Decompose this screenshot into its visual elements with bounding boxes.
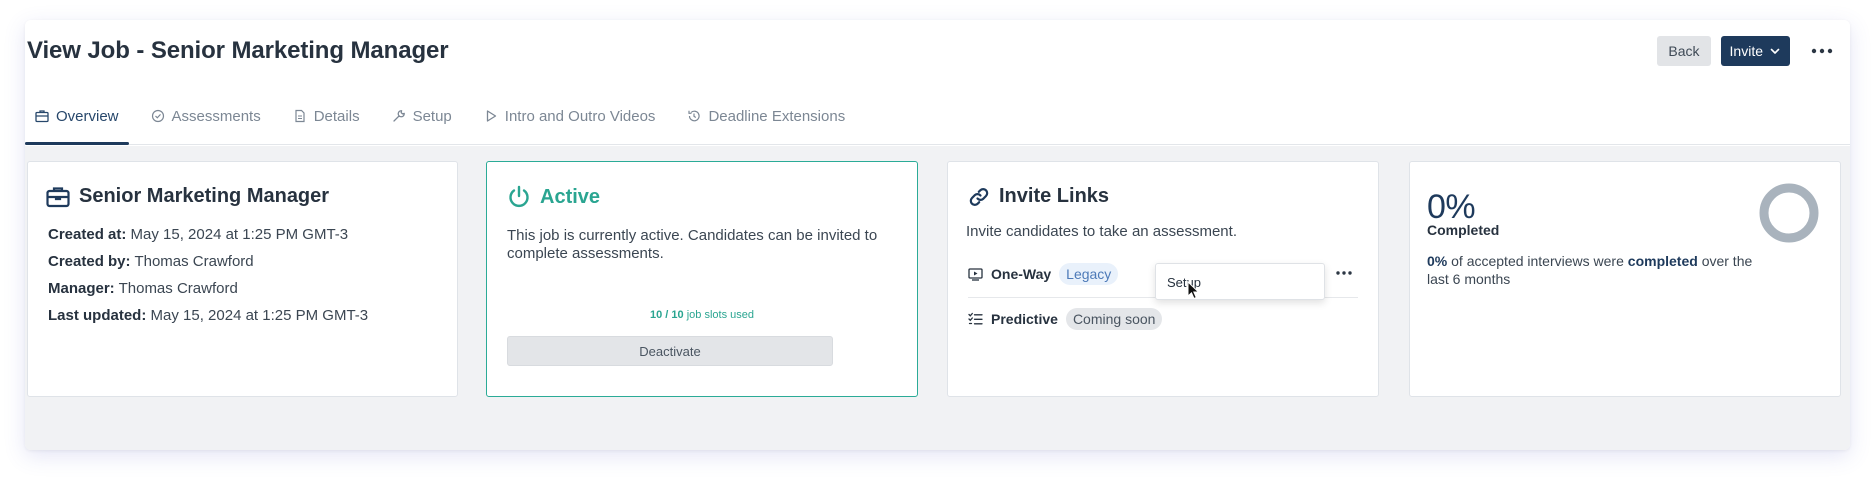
tab-assessments-label: Assessments: [171, 107, 261, 125]
checklist-icon: [968, 312, 983, 325]
completion-desc-middle: of accepted interviews were: [1451, 253, 1624, 269]
completion-desc-percent: 0%: [1427, 253, 1448, 269]
tab-intro-outro-label: Intro and Outro Videos: [504, 107, 656, 125]
header-actions: Back Invite: [1657, 36, 1838, 66]
completion-description: 0% of accepted interviews were completed…: [1427, 252, 1767, 288]
page-header: View Job - Senior Marketing Manager Back…: [25, 20, 1850, 145]
tab-bar: Overview Assessments Details Setup Intro…: [25, 100, 867, 145]
more-options-button[interactable]: [1806, 36, 1838, 66]
mouse-cursor-icon: [1187, 281, 1200, 300]
completion-donut-chart: [1759, 183, 1819, 243]
tab-deadline-extensions-label: Deadline Extensions: [708, 107, 846, 125]
document-icon: [295, 109, 305, 123]
last-updated-row: Last updated: May 15, 2024 at 1:25 PM GM…: [48, 307, 368, 324]
power-icon: [509, 185, 529, 208]
legacy-badge: Legacy: [1059, 263, 1119, 285]
job-title: Senior Marketing Manager: [79, 185, 330, 207]
job-view-window: View Job - Senior Marketing Manager Back…: [25, 20, 1850, 450]
last-updated-value: May 15, 2024 at 1:25 PM GMT-3: [150, 307, 369, 324]
wrench-icon: [392, 110, 405, 122]
tab-intro-outro-videos[interactable]: Intro and Outro Videos: [474, 100, 666, 145]
completion-card: 0% Completed 0% of accepted interviews w…: [1409, 161, 1841, 397]
donut-track: [1759, 183, 1819, 243]
invite-link-predictive[interactable]: Predictive Coming soon: [968, 308, 1163, 330]
tab-overview[interactable]: Overview: [25, 100, 129, 145]
created-at-value: May 15, 2024 at 1:25 PM GMT-3: [130, 226, 349, 243]
more-horizontal-icon: [1336, 271, 1352, 275]
play-icon: [486, 110, 496, 122]
slots-used-count: 10 / 10: [650, 309, 684, 321]
status-card: Active This job is currently active. Can…: [486, 161, 918, 397]
created-by-row: Created by: Thomas Crawford: [48, 253, 254, 270]
completion-desc-bold: completed: [1627, 253, 1698, 269]
one-way-options-button[interactable]: [1332, 265, 1356, 281]
completion-label: Completed: [1427, 222, 1500, 238]
history-icon: [688, 110, 701, 122]
chevron-down-icon: [1770, 48, 1780, 54]
check-circle-icon: [151, 109, 164, 123]
status-label: Active: [540, 185, 601, 208]
page-title: View Job - Senior Marketing Manager: [27, 37, 449, 64]
tab-details-label: Details: [313, 107, 360, 125]
invite-button[interactable]: Invite: [1720, 36, 1790, 66]
last-updated-label: Last updated:: [48, 307, 147, 324]
manager-value: Thomas Crawford: [118, 280, 238, 297]
created-by-label: Created by:: [48, 253, 131, 270]
link-icon: [969, 187, 989, 206]
tab-details[interactable]: Details: [283, 100, 370, 145]
one-way-label: One-Way: [991, 266, 1052, 282]
more-horizontal-icon: [1811, 48, 1833, 54]
invite-links-title: Invite Links: [968, 185, 1109, 208]
invite-link-one-way[interactable]: One-Way Legacy: [968, 263, 1119, 285]
invite-links-description: Invite candidates to take an assessment.: [966, 223, 1237, 240]
deactivate-button[interactable]: Deactivate: [507, 336, 833, 366]
tab-overview-label: Overview: [56, 107, 119, 125]
slots-used-text: 10 / 10 job slots used: [487, 309, 917, 321]
slots-used-suffix: job slots used: [686, 309, 754, 321]
status-description: This job is currently active. Candidates…: [507, 227, 878, 262]
tab-setup[interactable]: Setup: [382, 100, 462, 145]
tab-deadline-extensions[interactable]: Deadline Extensions: [677, 100, 855, 145]
created-by-value: Thomas Crawford: [134, 253, 254, 270]
overview-content: Senior Marketing Manager Created at: May…: [25, 146, 1850, 450]
tab-setup-label: Setup: [412, 107, 452, 125]
link-options-menu: Setup: [1155, 263, 1325, 300]
created-at-row: Created at: May 15, 2024 at 1:25 PM GMT-…: [48, 226, 348, 243]
predictive-label: Predictive: [991, 311, 1058, 327]
manager-label: Manager:: [48, 280, 115, 297]
briefcase-icon: [46, 186, 70, 207]
invite-links-label: Invite Links: [999, 185, 1110, 207]
coming-soon-badge: Coming soon: [1065, 308, 1163, 330]
created-at-label: Created at:: [48, 226, 127, 243]
job-card-title: Senior Marketing Manager: [46, 185, 329, 208]
briefcase-icon: [35, 110, 49, 123]
job-info-card: Senior Marketing Manager Created at: May…: [27, 161, 458, 397]
screen-play-icon: [968, 268, 983, 281]
manager-row: Manager: Thomas Crawford: [48, 280, 238, 297]
back-button[interactable]: Back: [1657, 36, 1711, 66]
tab-assessments[interactable]: Assessments: [141, 100, 271, 145]
status-card-title: Active: [507, 185, 600, 209]
invite-button-label: Invite: [1729, 43, 1763, 59]
